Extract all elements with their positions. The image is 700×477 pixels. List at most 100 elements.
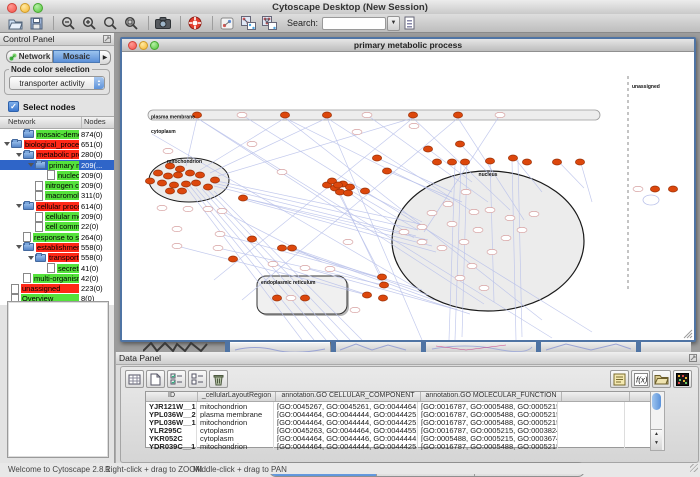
table-column-header[interactable]: annotation.GO MOLECULAR_FUNCTION xyxy=(421,392,562,401)
table-column-header[interactable] xyxy=(562,392,630,401)
zoom-in-icon[interactable] xyxy=(80,15,98,31)
network-node[interactable] xyxy=(505,215,515,220)
table-column-header[interactable]: _cellularLayoutRegion xyxy=(198,392,276,401)
network-node-selected[interactable] xyxy=(333,182,342,188)
network-node[interactable] xyxy=(437,245,447,250)
network-node[interactable] xyxy=(277,169,287,174)
network-node-selected[interactable] xyxy=(377,274,386,280)
network-node[interactable] xyxy=(247,141,257,146)
network-node[interactable] xyxy=(203,206,213,211)
tree-row[interactable]: transport558(0) xyxy=(0,253,114,263)
disclosure-triangle-icon[interactable] xyxy=(4,142,11,146)
network-from-selection-edges-icon[interactable] xyxy=(260,15,278,31)
network-node-selected[interactable] xyxy=(287,245,296,251)
network-node-selected[interactable] xyxy=(228,256,237,262)
network-node-selected[interactable] xyxy=(300,295,309,301)
network-view-window[interactable]: primary metabolic process plasma membran… xyxy=(120,37,696,342)
network-node[interactable] xyxy=(213,245,223,250)
network-node-selected[interactable] xyxy=(238,195,247,201)
plasma-membrane-region[interactable] xyxy=(148,110,600,120)
help-lifering-icon[interactable] xyxy=(186,15,204,31)
scrollbar-arrows[interactable]: ▲▼ xyxy=(651,429,662,450)
table-row[interactable]: YJR121W__1mitochondrion[GO:0045267, GO:0… xyxy=(146,402,651,410)
tree-row[interactable]: biological_process651(0) xyxy=(0,139,114,149)
function-builder-icon[interactable]: f(x) xyxy=(631,370,650,388)
network-node[interactable] xyxy=(362,112,372,117)
network-node[interactable] xyxy=(469,209,479,214)
tree-row[interactable]: nitrogen compo209(0) xyxy=(0,180,114,190)
network-node[interactable] xyxy=(215,231,225,236)
network-node[interactable] xyxy=(443,201,453,206)
table-row[interactable]: YDR039C__1mitochondrion[GO:0044464, GO:0… xyxy=(146,442,651,450)
table-row[interactable]: YPL036W__2plasma membrane[GO:0044464, GO… xyxy=(146,410,651,418)
network-node[interactable] xyxy=(343,239,353,244)
tree-row[interactable]: unassigned223(0) xyxy=(0,283,114,293)
tab-overflow-arrow[interactable]: ▶ xyxy=(100,50,111,65)
float-data-panel-icon[interactable] xyxy=(689,354,697,362)
network-node-selected[interactable] xyxy=(173,172,182,178)
new-network-icon[interactable] xyxy=(218,15,236,31)
select-nodes-checkbox[interactable]: ✓ xyxy=(8,101,19,112)
network-node-selected[interactable] xyxy=(181,181,190,187)
new-attribute-icon[interactable] xyxy=(146,370,165,388)
network-node[interactable] xyxy=(172,243,182,248)
tree-row[interactable]: secretion41(0) xyxy=(0,263,114,273)
tab-network[interactable]: Network xyxy=(6,50,53,63)
network-node[interactable] xyxy=(300,265,310,270)
tree-row[interactable]: cellular process614(0) xyxy=(0,201,114,211)
network-node-selected[interactable] xyxy=(382,168,391,174)
save-icon[interactable] xyxy=(27,15,45,31)
tab-mosaic[interactable]: Mosaic xyxy=(53,50,100,63)
net-window-resize-grip[interactable] xyxy=(684,330,692,338)
tree-row[interactable]: mosaic-demo-yeast874(0) xyxy=(0,129,114,139)
network-node[interactable] xyxy=(286,295,296,300)
network-node-selected[interactable] xyxy=(169,182,178,188)
table-row[interactable]: YKR052Ccytoplasm[GO:0044464, GO:0044446,… xyxy=(146,434,651,442)
network-node-selected[interactable] xyxy=(447,159,456,165)
birdseye-view[interactable] xyxy=(7,301,109,458)
table-row[interactable]: YLR295Ccytoplasm[GO:0045263, GO:0044464,… xyxy=(146,426,651,434)
network-node[interactable] xyxy=(352,129,362,134)
zoom-out-icon[interactable] xyxy=(59,15,77,31)
network-node[interactable] xyxy=(447,221,457,226)
network-node-selected[interactable] xyxy=(408,112,417,118)
network-node-selected[interactable] xyxy=(343,190,352,196)
disclosure-triangle-icon[interactable] xyxy=(16,153,23,157)
node-color-combo[interactable]: transporter activity ▲▼ xyxy=(9,76,105,90)
network-node[interactable] xyxy=(183,206,193,211)
network-node-selected[interactable] xyxy=(277,245,286,251)
network-node[interactable] xyxy=(495,112,505,117)
network-node-selected[interactable] xyxy=(280,112,289,118)
network-node-selected[interactable] xyxy=(485,158,494,164)
network-node[interactable] xyxy=(409,123,419,128)
import-attributes-icon[interactable] xyxy=(652,370,671,388)
network-node-selected[interactable] xyxy=(668,186,677,192)
network-node-selected[interactable] xyxy=(177,188,186,194)
network-node-selected[interactable] xyxy=(379,282,388,288)
network-node-selected[interactable] xyxy=(185,170,194,176)
network-node[interactable] xyxy=(473,227,483,232)
network-node[interactable] xyxy=(163,148,173,153)
network-node-selected[interactable] xyxy=(175,166,184,172)
network-node[interactable] xyxy=(459,239,469,244)
network-node[interactable] xyxy=(237,112,247,117)
network-node-selected[interactable] xyxy=(455,141,464,147)
network-node-selected[interactable] xyxy=(650,186,659,192)
network-node[interactable] xyxy=(501,235,511,240)
column-layout-icon[interactable] xyxy=(125,370,144,388)
network-node-selected[interactable] xyxy=(453,112,462,118)
network-node[interactable] xyxy=(417,239,427,244)
tree-row[interactable]: macromolecule311(0) xyxy=(0,191,114,201)
network-node-selected[interactable] xyxy=(203,184,212,190)
network-node[interactable] xyxy=(325,266,335,271)
scrollbar-thumb[interactable] xyxy=(652,393,661,410)
network-node-selected[interactable] xyxy=(345,184,354,190)
network-node[interactable] xyxy=(268,261,278,266)
advanced-search-icon[interactable] xyxy=(400,15,418,31)
network-node-selected[interactable] xyxy=(362,292,371,298)
network-node-selected[interactable] xyxy=(460,159,469,165)
attribute-matrix-icon[interactable] xyxy=(673,370,692,388)
network-node-selected[interactable] xyxy=(322,112,331,118)
network-node[interactable] xyxy=(529,211,539,216)
network-node[interactable] xyxy=(487,249,497,254)
